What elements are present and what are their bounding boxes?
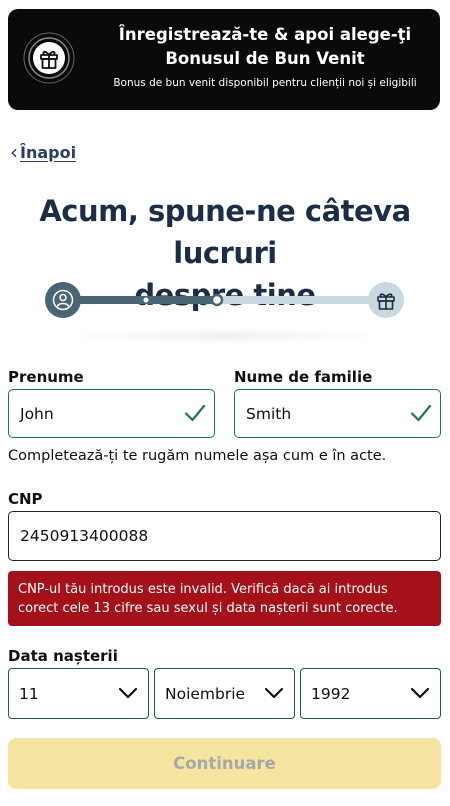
dob-year-value: 1992: [311, 684, 351, 703]
chevron-left-icon: ‹: [10, 140, 18, 164]
cnp-label: CNP: [8, 490, 43, 508]
cnp-error-message: CNP-ul tău introdus este invalid. Verifi…: [8, 571, 441, 626]
back-link[interactable]: ‹ Înapoi: [10, 142, 76, 162]
progress-shadow: [60, 328, 390, 344]
last-name-label: Nume de familie: [234, 368, 373, 386]
user-icon: [45, 282, 81, 318]
dob-day-select[interactable]: 11: [8, 668, 149, 719]
check-icon: [410, 404, 432, 422]
banner-subtitle: Bonus de bun venit disponibil pentru cli…: [113, 77, 417, 89]
back-label: Înapoi: [20, 142, 77, 162]
continue-button[interactable]: Continuare: [8, 738, 441, 789]
last-name-field[interactable]: Smith: [234, 389, 441, 438]
dob-month-select[interactable]: Noiembrie: [154, 668, 295, 719]
first-name-label: Prenume: [8, 368, 84, 386]
name-hint: Completează-ți te rugăm numele așa cum e…: [8, 448, 387, 464]
chevron-down-icon: [264, 687, 284, 699]
chevron-down-icon: [118, 687, 138, 699]
dob-month-value: Noiembrie: [165, 684, 246, 703]
last-name-value: Smith: [246, 404, 292, 423]
progress-midpoint: [143, 297, 149, 303]
dob-day-value: 11: [19, 684, 39, 703]
cnp-input[interactable]: 2450913400088: [8, 511, 441, 561]
chevron-down-icon: [410, 687, 430, 699]
check-icon: [184, 404, 206, 422]
first-name-field[interactable]: John: [8, 389, 215, 438]
banner-title-line2: Bonusul de Bun Venit: [165, 49, 365, 68]
promo-banner[interactable]: Înregistrează-te & apoi alege-ţi Bonusul…: [8, 9, 440, 110]
registration-progress: [45, 282, 404, 318]
banner-title-line1: Înregistrează-te & apoi alege-ţi: [118, 25, 412, 44]
cnp-value: 2450913400088: [20, 527, 149, 545]
dob-label: Data nașterii: [8, 647, 118, 665]
first-name-value: John: [20, 404, 54, 423]
gift-icon: [23, 32, 75, 84]
page-title-line1: Acum, spune-ne câteva lucruri: [39, 194, 411, 270]
gift-icon: [368, 282, 404, 318]
dob-year-select[interactable]: 1992: [300, 668, 441, 719]
progress-current-marker: [210, 293, 224, 307]
